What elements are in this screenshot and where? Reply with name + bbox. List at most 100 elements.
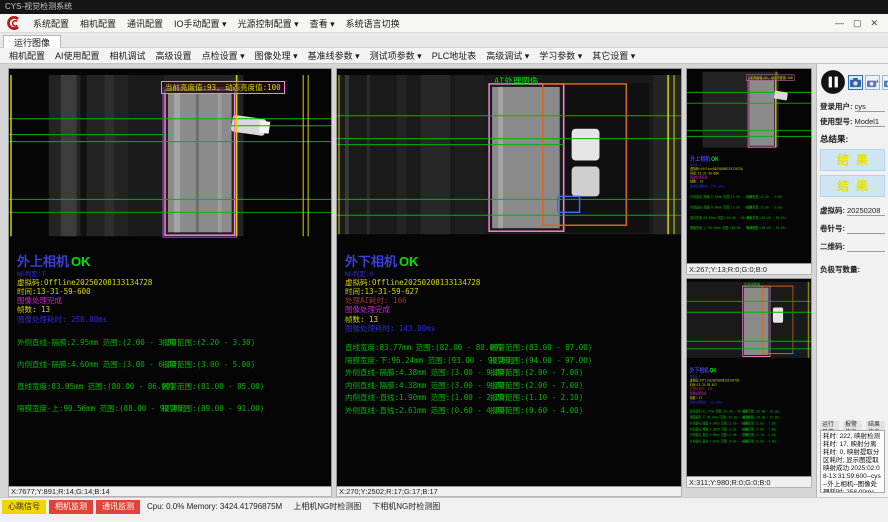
menu-light-control-config[interactable]: 光源控制配置 ▾	[238, 17, 299, 30]
mid-camera-view[interactable]: AI处理图像 外下相机OK NG判定:0 虚拟码:Offline20250208…	[336, 68, 682, 487]
toolbar-plc-address-table[interactable]: PLC地址表	[432, 49, 477, 62]
measurement-row: 隔膜宽度-下:96.24mm 范围:(93.00 - 98.00)报警范围:(9…	[345, 355, 681, 368]
thumb-lower-content: AI处理图像 外下相机OK NG判定:0 虚拟码:Offline20250208…	[687, 279, 812, 477]
thumb-upper-panel: 当前亮度值:93, 动态亮度值:100 外上相机OK NG判定:T 虚拟码:Of…	[686, 68, 812, 275]
ng-substatus: NG判定:T	[17, 270, 152, 279]
process-done-text: 图像处理完成	[345, 306, 480, 315]
app-logo-icon	[6, 15, 22, 31]
measurement-row: 外侧直线-直线:2.61mm 范围:(0.60 - 4.00)报警范围:(0.6…	[345, 405, 681, 418]
neg-write-count-row: 负极写数量:	[820, 264, 885, 275]
pause-icon	[820, 69, 846, 95]
alarm-range: 报警范围:(1.10 - 2.10)	[490, 392, 583, 403]
toolbar-advanced-settings[interactable]: 高级设置	[156, 49, 192, 62]
thumb-lower-view[interactable]: AI处理图像 外下相机OK NG判定:0 虚拟码:Offline20250208…	[686, 278, 812, 477]
pin-number-label: 卷针号:	[820, 223, 845, 234]
coords-text: X:270;Y:2502;R:17;G:17;B:17	[339, 487, 438, 496]
camera-capture-button[interactable]	[848, 75, 863, 90]
log-text: 耗时: 222, 映射检测耗时: 17, 映射分离耗时: 0, 映射提取分区耗时…	[823, 433, 881, 493]
app-window: CYS-视觉检测系统 系统配置 相机配置 通讯配置 IO手动配置 ▾ 光源控制配…	[0, 0, 888, 522]
measurement-row: 外侧直线-隔膜:4.38mm 范围:(3.00 - 9.00)报警范围:(2.0…	[345, 367, 681, 380]
left-camera-view[interactable]: 当前亮度值:93, 动态亮度值:100 外上相机OK NG判定:T 虚拟码:Of…	[8, 68, 332, 487]
side-button-row	[820, 67, 885, 97]
measurement-row: 内侧直线-直线:1.90mm 范围:(1.00 - 2.20)报警范围:(1.1…	[345, 392, 681, 405]
menu-io-manual-config[interactable]: IO手动配置 ▾	[174, 17, 227, 30]
menu-language-switch[interactable]: 系统语言切换	[346, 17, 400, 30]
model-row: 使用型号: Model1	[820, 116, 885, 127]
thumb-lower-info: 外下相机OK NG判定:0 虚拟码:Offline202502081331347…	[690, 367, 739, 404]
qr-code-row: 二维码:	[820, 241, 885, 252]
toolbar: 相机配置 AI使用配置 相机调试 高级设置 点检设置 ▾ 图像处理 ▾ 基准线参…	[0, 48, 888, 64]
camera-name: 外上相机	[17, 254, 69, 269]
measurement-value: 直线宽度:83.77mm 范围:(82.00 - 88.00)	[345, 343, 503, 352]
main-area: 当前亮度值:93, 动态亮度值:100 外上相机OK NG判定:T 虚拟码:Of…	[0, 64, 888, 497]
total-result-label: 总结果:	[820, 133, 885, 145]
toolbar-test-item-params[interactable]: 测试项参数 ▾	[370, 49, 422, 62]
brightness-overlay: 当前亮度值:93, 动态亮度值:100	[161, 81, 285, 94]
close-icon[interactable]: ✕	[870, 18, 878, 29]
measurement-row: 内侧直线-隔膜:4.60mm 范围:(3.00 - 6.00)报警范围:(3.0…	[690, 205, 812, 215]
frame-count: 帧数: 13	[17, 306, 152, 315]
pin-number-row: 卷针号:	[820, 223, 885, 234]
process-time: 图像处理耗时: 143.00ms	[345, 325, 480, 334]
coords-text: X:267;Y:13;R:0;G:0;B:0	[689, 265, 767, 274]
toolbar-other-settings[interactable]: 其它设置 ▾	[592, 49, 635, 62]
maximize-icon[interactable]: ▢	[853, 18, 862, 29]
alarm-range: 报警范围:(0.60 - 4.00)	[490, 405, 583, 416]
mid-pixel-coords: X:270;Y:2502;R:17;G:17;B:17	[336, 487, 682, 497]
toolbar-spot-check[interactable]: 点检设置 ▾	[202, 49, 245, 62]
measurement-row: 内侧直线-隔膜:4.38mm 范围:(3.00 - 9.00)报警范围:(2.0…	[345, 380, 681, 393]
menu-comm-config[interactable]: 通讯配置	[127, 17, 163, 30]
left-camera-panel: 当前亮度值:93, 动态亮度值:100 外上相机OK NG判定:T 虚拟码:Of…	[8, 68, 332, 497]
toolbar-ai-usage-config[interactable]: AI使用配置	[55, 49, 100, 62]
camera-down-button[interactable]	[882, 75, 888, 90]
camera-name: 外下相机	[690, 367, 709, 374]
camera-up-icon	[866, 77, 879, 88]
window-title: CYS-视觉检测系统	[5, 2, 72, 11]
virtual-code-value: 20250208	[847, 206, 885, 216]
toolbar-baseline-params[interactable]: 基准线参数 ▾	[308, 49, 360, 62]
process-time: 图像处理耗时: 258.00ms	[17, 316, 152, 325]
menu-view[interactable]: 查看 ▾	[310, 17, 335, 30]
menu-system-config[interactable]: 系统配置	[33, 17, 69, 30]
measurement-row: 内侧直线-隔膜:4.60mm 范围:(3.00 - 6.00)报警范围:(3.0…	[17, 359, 331, 381]
measurement-row: 外侧直线-直线:2.61mm 范围:(0.60 - 4.00)报警范围:(0.6…	[690, 439, 812, 445]
result-status: OK	[710, 367, 717, 374]
thumb-upper-view[interactable]: 当前亮度值:93, 动态亮度值:100 外上相机OK NG判定:T 虚拟码:Of…	[686, 68, 812, 264]
menu-camera-config[interactable]: 相机配置	[80, 17, 116, 30]
ai-image-overlay: AI处理图像	[744, 282, 760, 288]
measurement-value: 外侧直线-隔膜:2.95mm 范围:(2.00 - 3.50)	[17, 338, 181, 347]
pause-button[interactable]	[820, 69, 846, 95]
camera-name: 外下相机	[345, 254, 397, 269]
thumb-upper-coords: X:267;Y:13;R:0;G:0;B:0	[686, 264, 812, 275]
thumb-upper-info: 外上相机OK NG判定:T 虚拟码:Offline202502081331347…	[690, 156, 743, 188]
tab-run-image[interactable]: 运行图像	[3, 35, 61, 49]
toolbar-learning-params[interactable]: 学习参数 ▾	[539, 49, 582, 62]
frame-count: 帧数: 13	[345, 316, 480, 325]
left-camera-info: 外上相机OK NG判定:T 虚拟码:Offline202502081331347…	[17, 255, 152, 324]
camera-monitor-badge: 相机监测	[49, 500, 93, 514]
toolbar-image-processing[interactable]: 图像处理 ▾	[255, 49, 298, 62]
thumb-upper-measurements: 外侧直线-隔膜:2.95mm 范围:(2.00 - 3.50)报警范围:(2.2…	[690, 194, 812, 235]
measurement-value: 外侧直线-隔膜:4.38mm 范围:(3.00 - 9.00)	[345, 368, 509, 377]
qr-code-label: 二维码:	[820, 241, 845, 252]
upper-camera-ng-link[interactable]: 上相机NG时检测图	[293, 500, 361, 514]
toolbar-camera-config[interactable]: 相机配置	[9, 49, 45, 62]
alarm-range: 报警范围:(94.00 - 97.00)	[490, 355, 592, 366]
ng-substatus: NG判定:0	[345, 270, 480, 279]
model-label: 使用型号:	[820, 116, 853, 127]
alarm-range: 报警范围:(3.00 - 5.00)	[162, 359, 255, 370]
alarm-range: 报警范围:(2.00 - 7.00)	[490, 380, 583, 391]
minimize-icon[interactable]: —	[835, 18, 844, 29]
lower-camera-ng-link[interactable]: 下相机NG时检测图	[372, 500, 440, 514]
alarm-range: 报警范围:(83.00 - 87.00)	[490, 342, 592, 353]
measurement-value: 内侧直线-隔膜:4.38mm 范围:(3.00 - 9.00)	[345, 381, 509, 390]
titlebar: CYS-视觉检测系统	[0, 0, 888, 14]
log-box[interactable]: 耗时: 222, 映射检测耗时: 17, 映射分离耗时: 0, 映射提取分区耗时…	[820, 430, 885, 493]
camera-up-button[interactable]	[865, 75, 880, 90]
brightness-text: 当前亮度值:93, 动态亮度值:100	[748, 76, 793, 80]
measurement-row: 外侧直线-隔膜:2.95mm 范围:(2.00 - 3.50)报警范围:(2.2…	[690, 194, 812, 204]
alarm-range: 报警范围:(89.00 - 91.00)	[162, 403, 264, 414]
left-measurements: 外侧直线-隔膜:2.95mm 范围:(2.00 - 3.50)报警范围:(2.2…	[17, 337, 331, 425]
toolbar-advanced-debug[interactable]: 高级调试 ▾	[486, 49, 529, 62]
toolbar-camera-debug[interactable]: 相机调试	[110, 49, 146, 62]
